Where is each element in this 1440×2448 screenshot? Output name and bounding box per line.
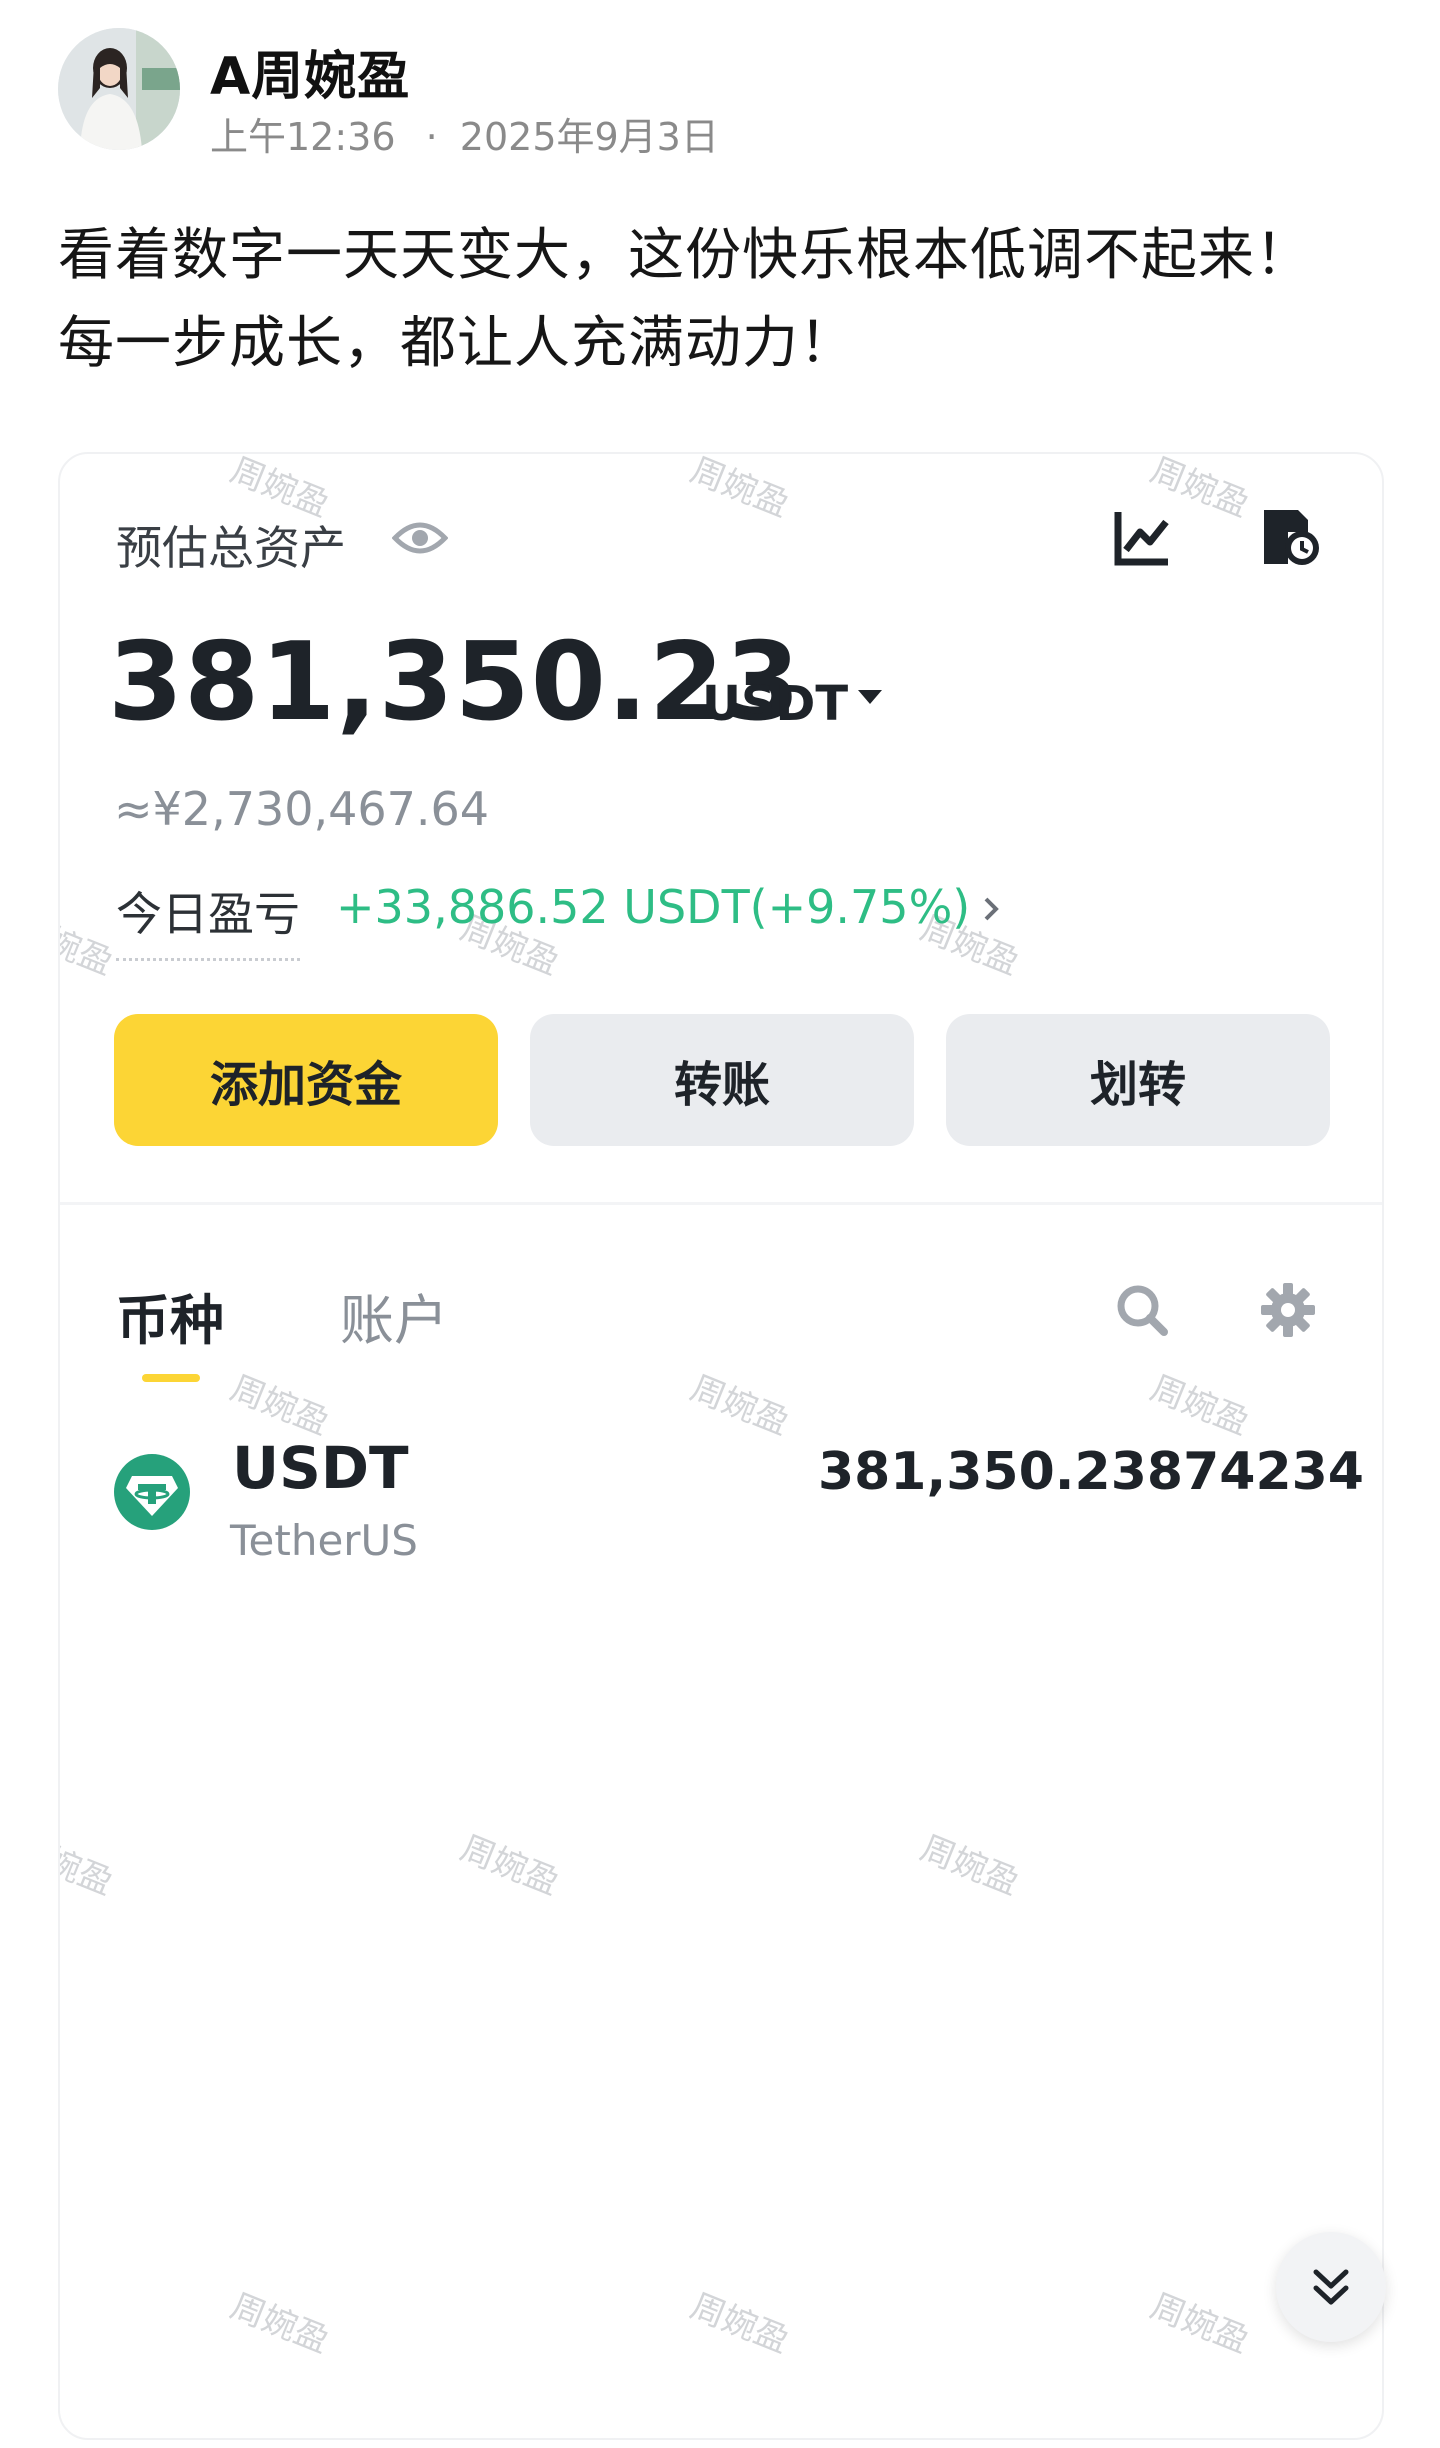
watermark: 周婉盈 [1144, 1368, 1255, 1444]
internal-transfer-button[interactable]: 划转 [946, 1014, 1330, 1146]
post-meta: 上午12:36 · 2025年9月3日 [210, 106, 719, 161]
tab-indicator [142, 1374, 200, 1382]
divider [60, 1202, 1382, 1205]
gear-icon[interactable] [1258, 1280, 1318, 1340]
cny-equivalent: ≈¥2,730,467.64 [114, 782, 490, 836]
coin-name: TetherUS [230, 1516, 418, 1565]
post-text-line: 看着数字一天天变大，这份快乐根本低调不起来！ [58, 223, 1312, 288]
pnl-label[interactable]: 今日盈亏 [116, 878, 300, 961]
tab-coins[interactable]: 币种 [116, 1276, 224, 1355]
meta-separator: · [425, 115, 438, 159]
estimated-assets-label: 预估总资产 [116, 521, 346, 575]
tether-icon [114, 1454, 190, 1530]
watermark: 周婉盈 [914, 1828, 1025, 1904]
chevron-right-icon[interactable] [976, 894, 1006, 924]
list-item[interactable]: USDT TetherUS 381,350.23874234 [114, 1434, 1364, 1594]
balance-unit[interactable]: USDT [702, 676, 848, 732]
post-header: A周婉盈 上午12:36 · 2025年9月3日 [58, 28, 1398, 161]
double-chevron-down-icon [1313, 2269, 1349, 2305]
avatar[interactable] [58, 28, 180, 150]
scroll-down-button[interactable] [1276, 2232, 1386, 2342]
eye-icon[interactable] [391, 518, 449, 558]
post-time: 上午12:36 [210, 115, 396, 159]
coin-amount: 381,350.23874234 [817, 1442, 1364, 1502]
add-funds-button[interactable]: 添加资金 [114, 1014, 498, 1146]
watermark: 周婉盈 [224, 2286, 335, 2362]
chart-icon[interactable] [1110, 506, 1174, 570]
watermark: 周婉盈 [684, 452, 795, 526]
watermark: 周婉盈 [454, 1828, 565, 1904]
post-text: 看着数字一天天变大，这份快乐根本低调不起来！ 每一步成长，都让人充满动力！ [58, 212, 1388, 388]
watermark: 周婉盈 [58, 1828, 119, 1904]
search-icon[interactable] [1112, 1280, 1172, 1340]
watermark: 周婉盈 [58, 908, 119, 984]
total-balance: 381,350.23 [108, 620, 802, 745]
pnl-value[interactable]: +33,886.52 USDT(+9.75%) [336, 880, 970, 934]
watermark: 周婉盈 [1144, 2286, 1255, 2362]
author-name[interactable]: A周婉盈 [210, 34, 410, 109]
coin-symbol: USDT [232, 1434, 409, 1502]
watermark: 周婉盈 [224, 1368, 335, 1444]
wallet-card: 周婉盈 周婉盈 周婉盈 周婉盈 周婉盈 周婉盈 周婉盈 周婉盈 周婉盈 周婉盈 … [58, 452, 1384, 2440]
watermark: 周婉盈 [684, 1368, 795, 1444]
post-text-line: 每一步成长，都让人充满动力！ [58, 311, 856, 376]
transfer-button[interactable]: 转账 [530, 1014, 914, 1146]
post-date: 2025年9月3日 [459, 115, 719, 159]
tab-accounts[interactable]: 账户 [340, 1276, 448, 1355]
caret-down-icon[interactable] [858, 690, 882, 704]
history-icon[interactable] [1258, 506, 1322, 570]
watermark: 周婉盈 [684, 2286, 795, 2362]
